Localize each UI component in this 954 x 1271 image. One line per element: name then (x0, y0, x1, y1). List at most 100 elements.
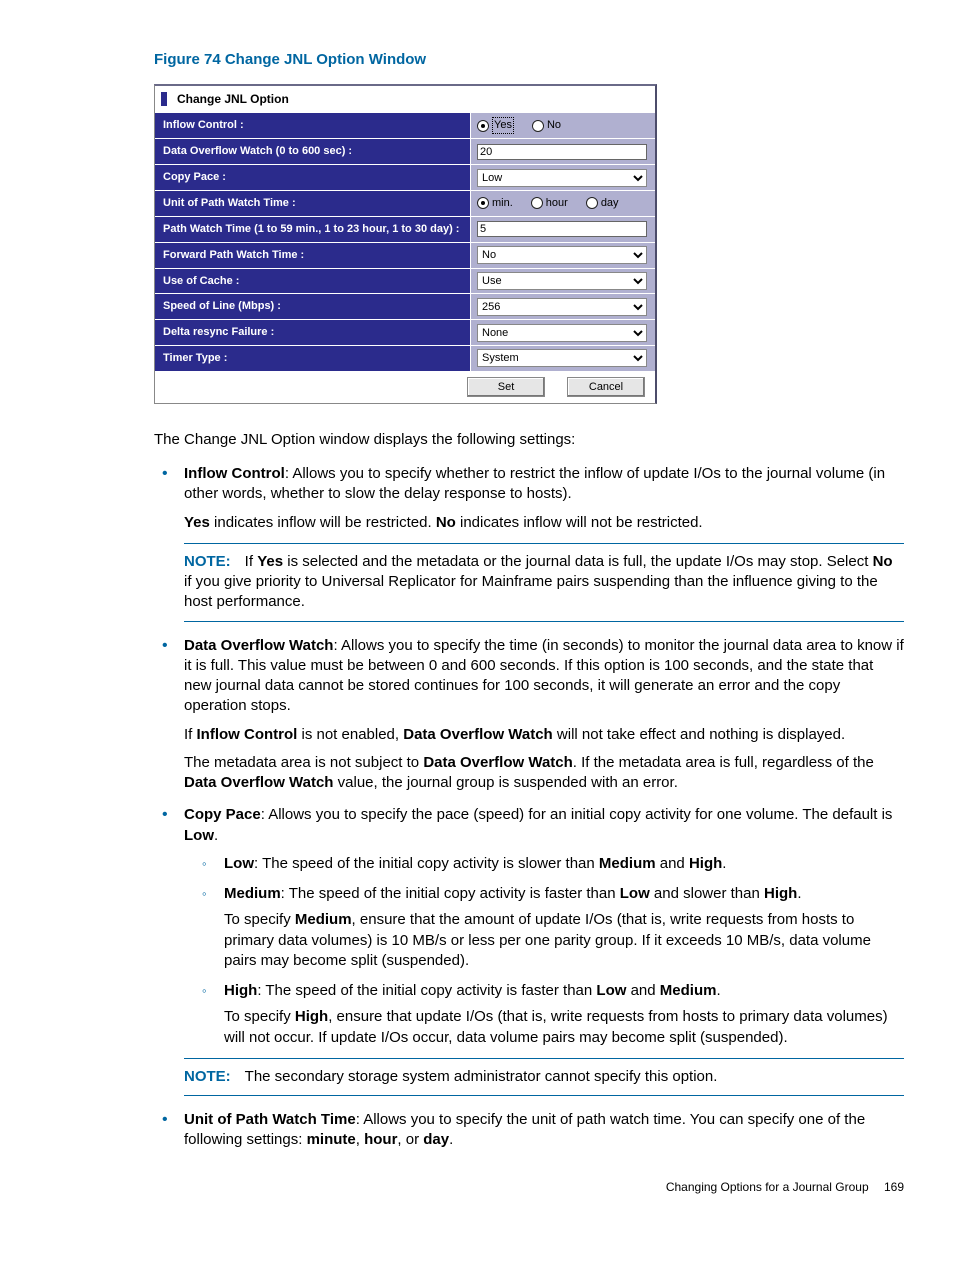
row-copy-pace: Copy Pace : Low (155, 164, 655, 190)
note-inflow: NOTE:If Yes is selected and the metadata… (184, 543, 904, 622)
radio-unselected-icon (586, 197, 598, 209)
select-use-cache[interactable]: Use (477, 272, 647, 290)
txt: Low (620, 885, 650, 902)
select-timer-type[interactable]: System (477, 349, 647, 367)
txt: To specify (224, 1008, 295, 1025)
row-data-overflow: Data Overflow Watch (0 to 600 sec) : (155, 138, 655, 164)
row-timer-type: Timer Type : System (155, 345, 655, 371)
row-inflow-control: Inflow Control : Yes No (155, 112, 655, 138)
txt: . (722, 855, 726, 872)
txt: indicates inflow will not be restricted. (456, 514, 703, 531)
txt: Inflow Control (197, 726, 298, 743)
label-timer-type: Timer Type : (155, 346, 471, 371)
select-speed-line[interactable]: 256 (477, 298, 647, 316)
sub-high: High: The speed of the initial copy acti… (184, 981, 904, 1048)
dialog-button-row: Set Cancel (155, 371, 655, 403)
sub-low: Low: The speed of the initial copy activ… (184, 854, 904, 874)
txt: Low (184, 827, 214, 844)
radio-unit-min[interactable]: min. (477, 196, 513, 211)
row-speed-line: Speed of Line (Mbps) : 256 (155, 293, 655, 319)
copy-pace-sublist: Low: The speed of the initial copy activ… (184, 854, 904, 1048)
dialog-title-bar: Change JNL Option (155, 86, 655, 112)
txt: value, the journal group is suspended wi… (333, 774, 677, 791)
radio-yes-label: Yes (492, 117, 514, 134)
txt: Data Overflow Watch (184, 774, 333, 791)
radio-selected-icon (477, 120, 489, 132)
intro-text: The Change JNL Option window displays th… (154, 430, 904, 450)
note-label: NOTE: (184, 1068, 231, 1085)
radio-unit-hour[interactable]: hour (531, 196, 568, 211)
txt: day (423, 1131, 449, 1148)
txt: Data Overflow Watch (423, 754, 572, 771)
title-accent-icon (161, 92, 167, 106)
txt: , or (397, 1131, 423, 1148)
label-inflow-control: Inflow Control : (155, 113, 471, 138)
txt: Low (224, 855, 254, 872)
txt: . If the metadata area is full, regardle… (573, 754, 874, 771)
row-path-watch-time: Path Watch Time (1 to 59 min., 1 to 23 h… (155, 216, 655, 242)
footer-text: Changing Options for a Journal Group (666, 1180, 869, 1194)
radio-day-label: day (601, 196, 619, 211)
row-forward-path: Forward Path Watch Time : No (155, 242, 655, 268)
select-copy-pace[interactable]: Low (477, 169, 647, 187)
txt: and (656, 855, 689, 872)
txt: No (873, 553, 893, 570)
figure-caption: Figure 74 Change JNL Option Window (154, 50, 904, 70)
txt: is not enabled, (297, 726, 403, 743)
radio-inflow-yes[interactable]: Yes (477, 117, 514, 134)
label-forward-path: Forward Path Watch Time : (155, 243, 471, 268)
txt: : The speed of the initial copy activity… (257, 982, 596, 999)
txt: : The speed of the initial copy activity… (281, 885, 620, 902)
txt: will not take effect and nothing is disp… (553, 726, 845, 743)
label-data-overflow: Data Overflow Watch (0 to 600 sec) : (155, 139, 471, 164)
radio-inflow-no[interactable]: No (532, 117, 561, 134)
item-copy-pace: Copy Pace: Allows you to specify the pac… (154, 805, 904, 1096)
txt: indicates inflow will be restricted. (210, 514, 436, 531)
txt: , (356, 1131, 364, 1148)
label-path-watch-time: Path Watch Time (1 to 59 min., 1 to 23 h… (155, 217, 471, 242)
txt: High (764, 885, 797, 902)
radio-min-label: min. (492, 196, 513, 211)
txt: The metadata area is not subject to (184, 754, 423, 771)
page-number: 169 (884, 1180, 904, 1194)
change-jnl-option-dialog: Change JNL Option Inflow Control : Yes N… (154, 84, 657, 404)
sub-medium-p2: To specify Medium, ensure that the amoun… (224, 910, 904, 971)
item-line2: Yes indicates inflow will be restricted.… (184, 513, 904, 533)
input-path-watch-time[interactable] (477, 221, 647, 237)
note-copy-pace: NOTE: The secondary storage system admini… (184, 1058, 904, 1096)
item-title: Unit of Path Watch Time (184, 1111, 356, 1128)
label-use-cache: Use of Cache : (155, 269, 471, 294)
item-unit-path-watch: Unit of Path Watch Time: Allows you to s… (154, 1110, 904, 1151)
txt: . (716, 982, 720, 999)
item-title: Data Overflow Watch (184, 637, 333, 654)
input-data-overflow[interactable] (477, 144, 647, 160)
row-use-cache: Use of Cache : Use (155, 268, 655, 294)
radio-unit-day[interactable]: day (586, 196, 619, 211)
txt: If (184, 726, 197, 743)
label-speed-line: Speed of Line (Mbps) : (155, 294, 471, 319)
note-label: NOTE: (184, 553, 231, 570)
item-desc: : Allows you to specify whether to restr… (184, 465, 885, 502)
radio-selected-icon (477, 197, 489, 209)
txt: High (224, 982, 257, 999)
overflow-p3: The metadata area is not subject to Data… (184, 753, 904, 794)
settings-list: Inflow Control : Allows you to specify wh… (154, 464, 904, 1151)
select-forward-path[interactable]: No (477, 246, 647, 264)
sub-high-p2: To specify High, ensure that update I/Os… (224, 1007, 904, 1048)
txt: The secondary storage system administrat… (245, 1068, 718, 1085)
txt: Medium (599, 855, 656, 872)
cancel-button[interactable]: Cancel (567, 377, 645, 397)
txt: if you give priority to Universal Replic… (184, 573, 878, 610)
radio-hour-label: hour (546, 196, 568, 211)
txt: Yes (257, 553, 283, 570)
select-delta-resync[interactable]: None (477, 324, 647, 342)
txt: and slower than (650, 885, 764, 902)
txt: and (626, 982, 659, 999)
yes-word: Yes (184, 514, 210, 531)
txt: minute (307, 1131, 356, 1148)
radio-unselected-icon (531, 197, 543, 209)
txt: High (295, 1008, 328, 1025)
page-footer: Changing Options for a Journal Group 169 (154, 1179, 904, 1195)
set-button[interactable]: Set (467, 377, 545, 397)
row-unit-path-watch: Unit of Path Watch Time : min. hour day (155, 190, 655, 216)
